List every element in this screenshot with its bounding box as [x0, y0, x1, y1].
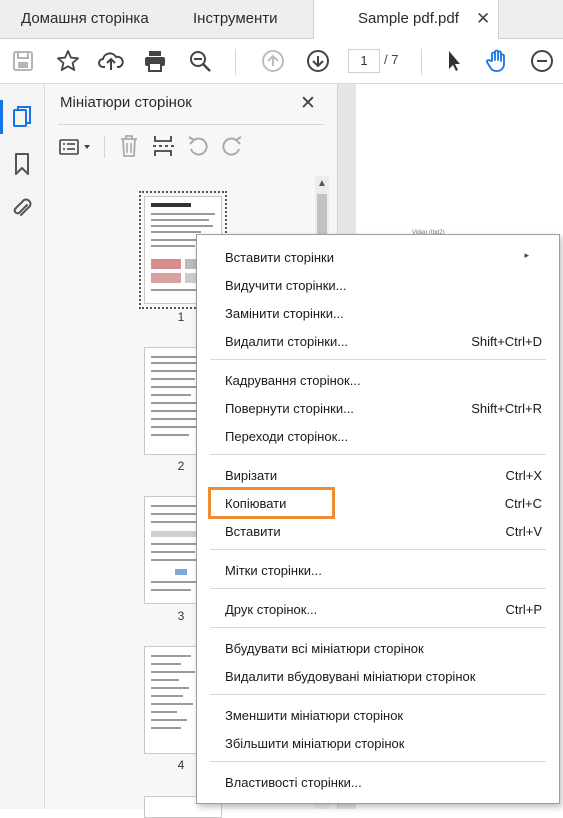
attachment-icon[interactable] [8, 195, 36, 223]
context-menu: Вставити сторінки ▸ Видучити сторінки...… [196, 234, 560, 804]
panel-tools-separator [104, 136, 105, 158]
undo-icon[interactable] [186, 134, 210, 163]
shortcut: Shift+Ctrl+D [471, 334, 542, 349]
panel-title: Мініатюри сторінок [60, 94, 192, 111]
save-icon[interactable] [9, 47, 37, 75]
menu-item-reduce-thumbnails[interactable]: Зменшити мініатюри сторінок [197, 703, 559, 727]
submenu-arrow-icon: ▸ [524, 250, 529, 260]
page-number-input[interactable]: 1 [348, 49, 380, 73]
scroll-up-icon[interactable]: ▲ [315, 176, 329, 192]
menu-separator [210, 694, 546, 695]
menu-item-page-properties[interactable]: Властивості сторінки... [197, 770, 559, 794]
menu-item-delete-pages[interactable]: Видалити сторінки... Shift+Ctrl+D [197, 329, 559, 353]
page-up-icon[interactable] [259, 47, 287, 75]
menu-item-print-pages[interactable]: Друк сторінок... Ctrl+P [197, 597, 559, 621]
menu-separator [210, 454, 546, 455]
menu-item-replace-pages[interactable]: Замінити сторінки... [197, 301, 559, 325]
menu-separator [210, 549, 546, 550]
tab-home[interactable]: Домашня сторінка [21, 0, 149, 38]
thumbnail-page-number: 3 [177, 609, 185, 623]
navigation-rail [0, 84, 45, 809]
shortcut: Ctrl+C [504, 496, 542, 511]
menu-item-cut[interactable]: Вирізати Ctrl+X [197, 463, 559, 487]
menu-item-remove-embedded-thumbnails[interactable]: Видалити вбудовувані мініатюри сторінок [197, 664, 559, 688]
select-arrow-icon[interactable] [440, 47, 468, 75]
shortcut: Ctrl+P [505, 602, 542, 617]
toolbar: 1 / 7 [0, 39, 563, 84]
thumbnail-page-number: 2 [177, 459, 185, 473]
menu-item-embed-thumbnails[interactable]: Вбудувати всі мініатюри сторінок [197, 636, 559, 660]
menu-separator [210, 627, 546, 628]
hand-tool-icon[interactable] [484, 47, 512, 75]
shortcut: Ctrl+X [505, 468, 542, 483]
trash-icon[interactable] [118, 134, 140, 163]
toolbar-separator [421, 49, 422, 75]
thumbnail-options-icon[interactable] [58, 135, 98, 159]
menu-item-insert-pages[interactable]: Вставити сторінки ▸ [197, 245, 559, 269]
tab-document[interactable]: Sample pdf.pdf ✕ [313, 0, 499, 39]
zoom-out-search-icon[interactable] [186, 47, 214, 75]
close-panel-icon[interactable]: ✕ [300, 92, 316, 115]
page-down-icon[interactable] [304, 47, 332, 75]
menu-item-paste[interactable]: Вставити Ctrl+V [197, 519, 559, 543]
bookmark-icon[interactable] [8, 150, 36, 178]
toolbar-separator [235, 49, 236, 75]
menu-separator [210, 761, 546, 762]
shortcut: Ctrl+V [505, 524, 542, 539]
page-total: / 7 [384, 52, 399, 67]
insert-pages-icon[interactable] [151, 134, 175, 163]
menu-separator [210, 588, 546, 589]
thumbnail-page-number: 1 [177, 310, 185, 324]
redo-icon[interactable] [220, 134, 244, 163]
thumbnail-page-number: 4 [177, 758, 185, 772]
menu-item-page-labels[interactable]: Мітки сторінки... [197, 558, 559, 582]
menu-separator [210, 359, 546, 360]
star-icon[interactable] [54, 47, 82, 75]
panel-divider [58, 124, 324, 125]
cloud-upload-icon[interactable] [97, 47, 125, 75]
zoom-minus-icon[interactable] [528, 47, 556, 75]
menu-item-enlarge-thumbnails[interactable]: Збільшити мініатюри сторінок [197, 731, 559, 755]
menu-item-rotate-pages[interactable]: Повернути сторінки... Shift+Ctrl+R [197, 396, 559, 420]
menu-item-crop-pages[interactable]: Кадрування сторінок... [197, 368, 559, 392]
pages-icon[interactable] [8, 103, 36, 131]
tab-tools[interactable]: Інструменти [193, 0, 278, 38]
print-icon[interactable] [141, 47, 169, 75]
tab-document-label: Sample pdf.pdf [358, 10, 459, 27]
close-tab-icon[interactable]: ✕ [476, 0, 490, 38]
highlight-box [208, 487, 335, 519]
menu-item-extract-pages[interactable]: Видучити сторінки... [197, 273, 559, 297]
shortcut: Shift+Ctrl+R [471, 401, 542, 416]
menu-item-page-transitions[interactable]: Переходи сторінок... [197, 424, 559, 448]
rail-active-marker [0, 100, 3, 134]
